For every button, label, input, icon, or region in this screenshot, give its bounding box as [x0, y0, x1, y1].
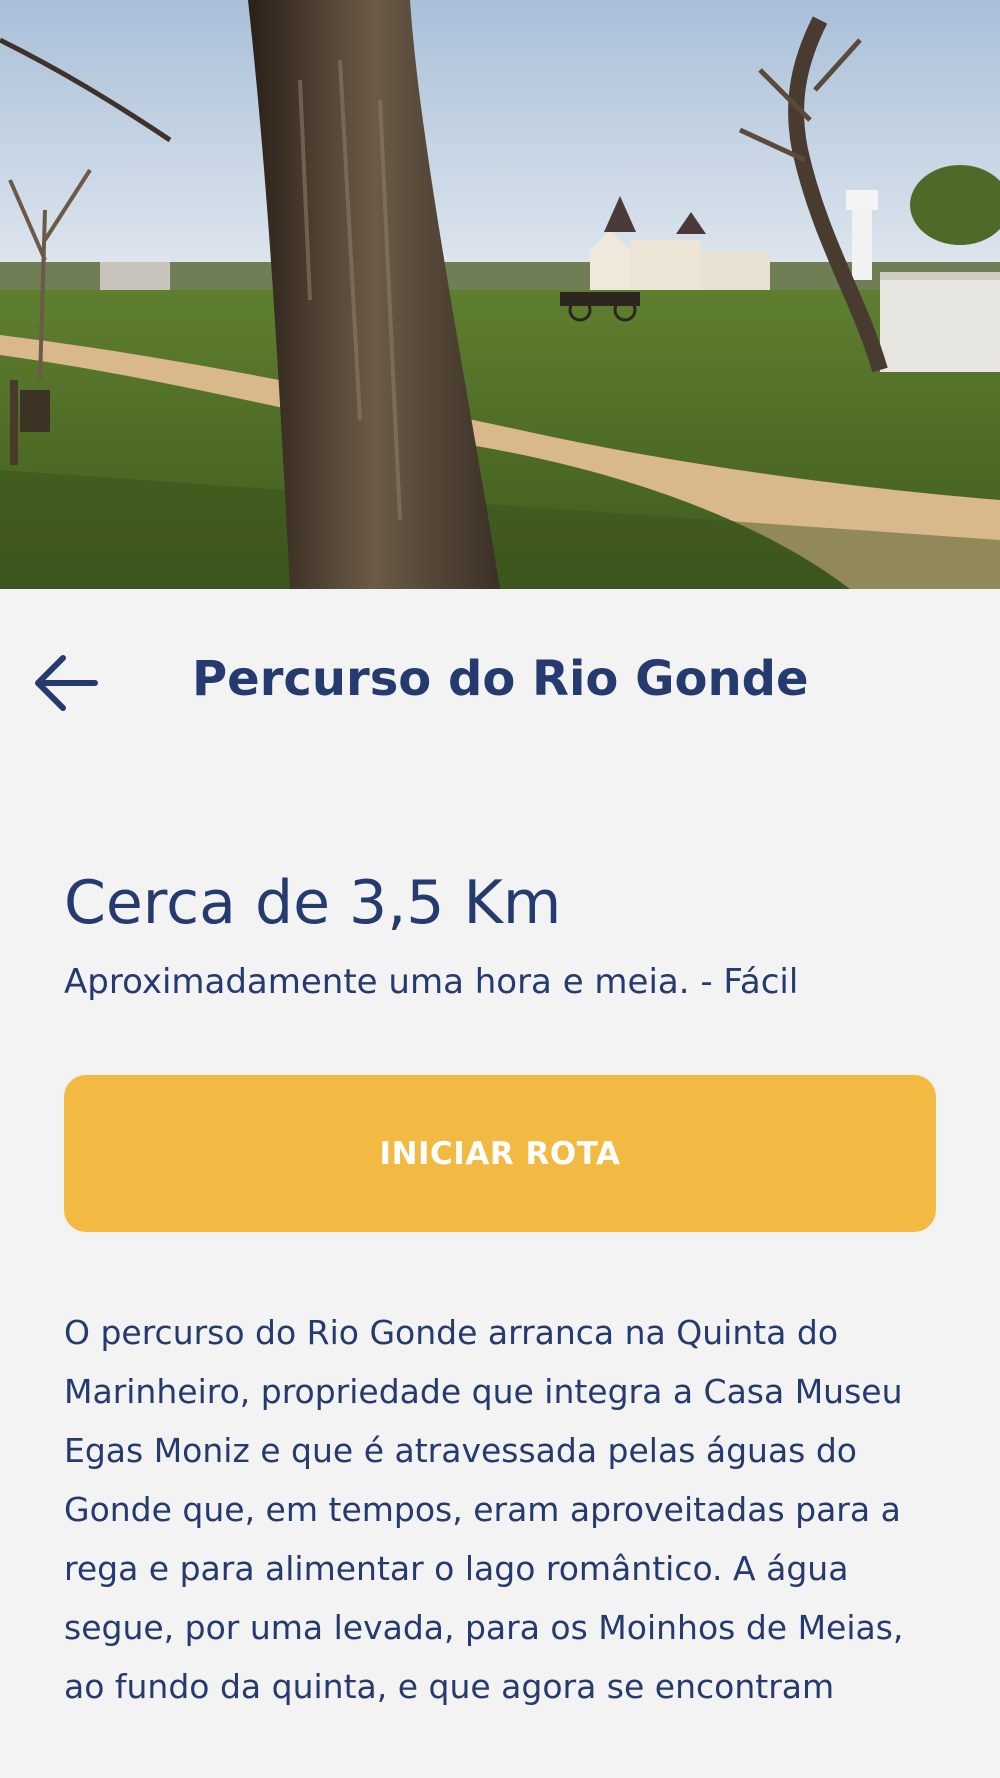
header-bar: Percurso do Rio Gonde: [0, 589, 1000, 784]
page-title: Percurso do Rio Gonde: [192, 651, 809, 707]
start-route-button[interactable]: INICIAR ROTA: [64, 1075, 936, 1232]
route-duration: Aproximadamente uma hora e meia. - Fácil: [64, 962, 799, 1002]
route-distance: Cerca de 3,5 Km: [64, 868, 562, 938]
arrow-left-icon: [35, 655, 98, 711]
back-button[interactable]: [26, 643, 106, 723]
route-description: O percurso do Rio Gonde arranca na Quint…: [64, 1313, 904, 1706]
hero-image: [0, 0, 1000, 589]
